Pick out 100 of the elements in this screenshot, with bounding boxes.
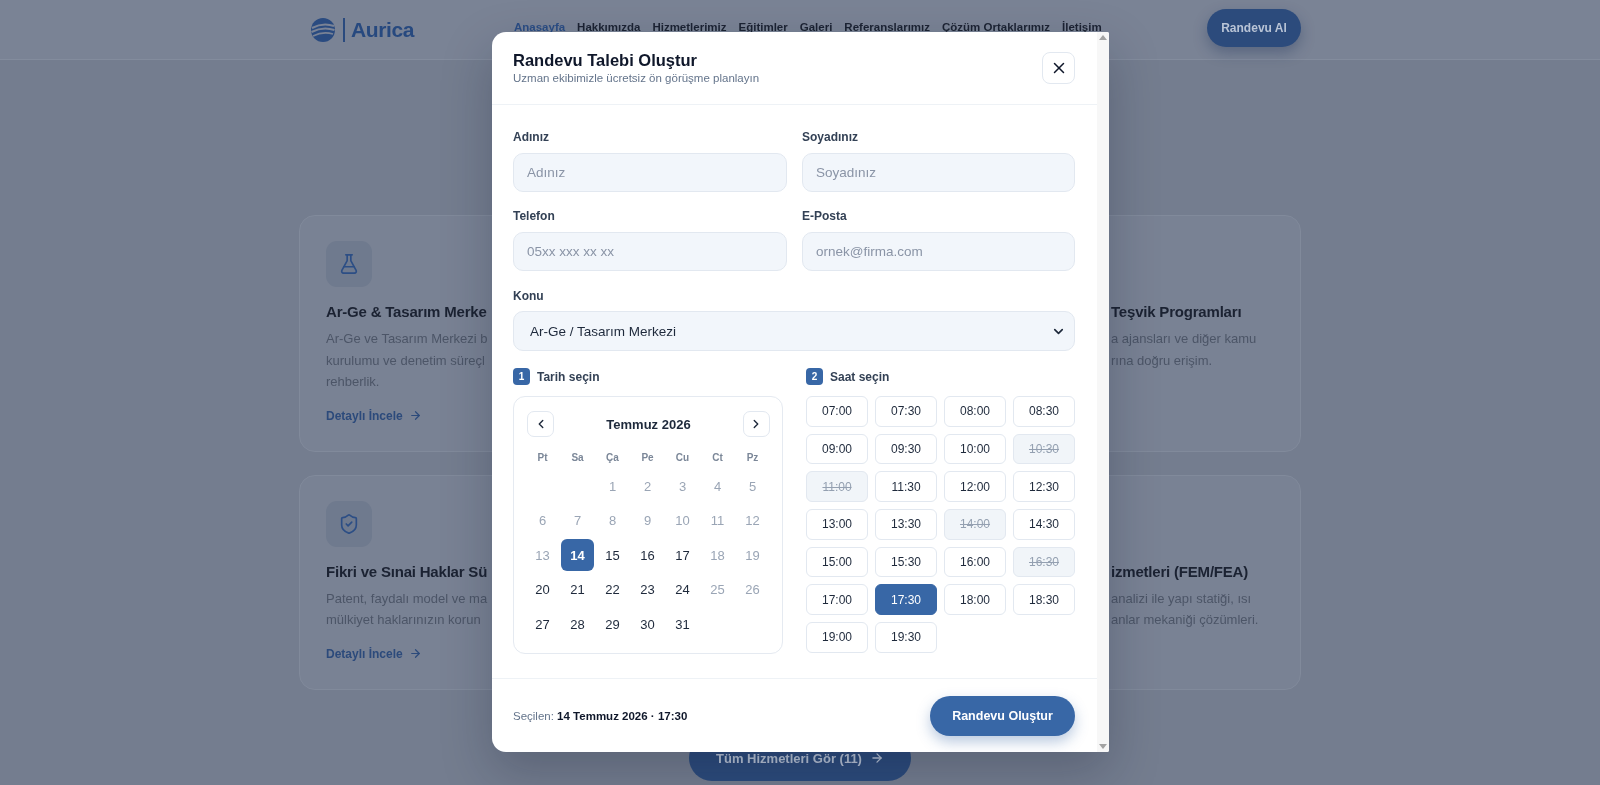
- input-field[interactable]: Adınız: [513, 153, 787, 192]
- time-slot: 11:00: [806, 471, 868, 502]
- input-field[interactable]: 05xx xxx xx xx: [513, 232, 787, 271]
- calendar-day: 4: [701, 470, 734, 502]
- arrow-right-icon: [408, 409, 422, 422]
- calendar-day: 11: [701, 504, 734, 537]
- weekday-label: Pt: [536, 451, 549, 463]
- calendar-day[interactable]: 14: [561, 539, 594, 572]
- time-slot[interactable]: 16:00: [944, 546, 1006, 578]
- calendar-day[interactable]: 27: [526, 608, 559, 641]
- time-slot[interactable]: 17:00: [806, 584, 868, 615]
- card-title: izmetleri (FEM/FEA): [1111, 561, 1249, 582]
- card-title: Ar-Ge & Tasarım Merke: [326, 302, 487, 322]
- time-slot[interactable]: 08:30: [1013, 396, 1075, 427]
- calendar-day: 26: [736, 573, 769, 606]
- field-label: Telefon: [513, 208, 556, 224]
- time-slot[interactable]: 15:00: [806, 546, 868, 578]
- next-month-button[interactable]: [743, 411, 770, 437]
- selection-summary: Seçilen: 14 Temmuz 2026 · 17:30: [513, 710, 688, 722]
- nav-link[interactable]: Hakkımızda: [577, 21, 641, 33]
- calendar-day: 12: [736, 504, 769, 537]
- time-slot[interactable]: 11:30: [875, 471, 937, 502]
- time-slot[interactable]: 09:30: [875, 433, 937, 465]
- nav-link[interactable]: Galeri: [799, 21, 833, 33]
- time-slot[interactable]: 18:00: [944, 584, 1006, 615]
- field-label: E-Posta: [802, 208, 848, 224]
- time-slot[interactable]: 19:00: [806, 622, 868, 653]
- calendar-day[interactable]: 20: [526, 573, 559, 606]
- dialog-subtitle: Uzman ekibimizle ücretsiz ön görüşme planlayın: [513, 71, 760, 85]
- nav-link[interactable]: Eğitimler: [738, 21, 788, 33]
- calendar-day[interactable]: 23: [631, 573, 664, 606]
- calendar-day: 2: [631, 470, 664, 502]
- time-slot[interactable]: 17:30: [875, 584, 937, 615]
- time-slot: 10:30: [1013, 433, 1075, 465]
- calendar-day[interactable]: 31: [666, 608, 699, 641]
- weekday-label: Sa: [570, 451, 585, 463]
- calendar-day[interactable]: 22: [596, 573, 629, 606]
- input-field[interactable]: ornek@firma.com: [802, 232, 1075, 271]
- time-slot[interactable]: 07:30: [875, 396, 937, 427]
- arrow-right-icon: [869, 751, 884, 765]
- time-slot[interactable]: 14:30: [1013, 509, 1075, 540]
- weekday-label: Pe: [640, 451, 655, 463]
- step-label: Saat seçin: [830, 369, 890, 384]
- weekday-label: Cu: [674, 451, 691, 463]
- submit-button[interactable]: Randevu Oluştur: [930, 696, 1075, 736]
- card-title: Teşvik Programları: [1111, 302, 1242, 322]
- time-slot[interactable]: 13:30: [875, 509, 937, 540]
- time-slot[interactable]: 15:30: [875, 546, 937, 578]
- time-slot[interactable]: 13:00: [806, 509, 868, 540]
- weekday-label: Ct: [711, 451, 724, 463]
- previous-month-button[interactable]: [527, 411, 554, 437]
- time-slot[interactable]: 07:00: [806, 396, 868, 427]
- calendar-day[interactable]: 30: [631, 608, 664, 641]
- calendar-day: 8: [596, 504, 629, 537]
- nav-link[interactable]: Hizmetlerimiz: [652, 21, 727, 33]
- calendar-day: 13: [526, 539, 559, 572]
- field-label: Konu: [513, 288, 545, 304]
- close-button[interactable]: [1042, 52, 1075, 84]
- time-slot[interactable]: 10:00: [944, 433, 1006, 465]
- calendar-day: 7: [561, 504, 594, 537]
- nav-link[interactable]: Çözüm Ortaklarımız: [942, 21, 1050, 33]
- step-number: 2: [806, 368, 823, 385]
- time-slot: 16:30: [1013, 546, 1075, 578]
- calendar-day[interactable]: 21: [561, 573, 594, 606]
- calendar-day[interactable]: 28: [561, 608, 594, 641]
- time-slot[interactable]: 12:30: [1013, 471, 1075, 502]
- appointment-button[interactable]: Randevu Al: [1207, 9, 1301, 47]
- calendar-day[interactable]: 29: [596, 608, 629, 641]
- calendar-day: 10: [666, 504, 699, 537]
- calendar-day: 6: [526, 504, 559, 537]
- month-label: Temmuz 2026: [606, 416, 691, 432]
- nav-link[interactable]: İletişim: [1062, 21, 1102, 33]
- dialog-title: Randevu Talebi Oluştur: [513, 50, 698, 71]
- calendar-day: 18: [701, 539, 734, 572]
- input-field[interactable]: Soyadınız: [802, 153, 1075, 192]
- time-slot[interactable]: 09:00: [806, 433, 868, 465]
- time-slot[interactable]: 12:00: [944, 471, 1006, 502]
- time-slot[interactable]: 19:30: [875, 622, 937, 653]
- step-label: Tarih seçin: [537, 369, 600, 384]
- calendar-day[interactable]: 17: [666, 539, 699, 572]
- calendar-day: 5: [736, 470, 769, 502]
- card-title: Fikri ve Sınai Haklar Sü: [326, 561, 488, 582]
- nav-link[interactable]: Referanslarımız: [844, 21, 930, 33]
- arrow-right-icon: [408, 647, 422, 660]
- scroll-up-icon[interactable]: [1099, 35, 1107, 40]
- calendar-day[interactable]: 15: [596, 539, 629, 572]
- step-number: 1: [513, 368, 530, 385]
- scroll-down-icon[interactable]: [1099, 744, 1107, 749]
- weekday-label: Ça: [605, 451, 620, 463]
- field-label: Adınız: [513, 129, 550, 145]
- calendar-day[interactable]: 16: [631, 539, 664, 572]
- time-slot[interactable]: 18:30: [1013, 584, 1075, 615]
- flask-icon: [326, 241, 372, 287]
- time-slot: 14:00: [944, 509, 1006, 540]
- topic-select[interactable]: Ar-Ge / Tasarım Merkezi: [513, 311, 1075, 351]
- calendar-day[interactable]: 24: [666, 573, 699, 606]
- calendar-day: 25: [701, 573, 734, 606]
- time-slot[interactable]: 08:00: [944, 396, 1006, 427]
- logo-text: Aurica: [351, 17, 414, 42]
- globe-icon: [309, 16, 337, 43]
